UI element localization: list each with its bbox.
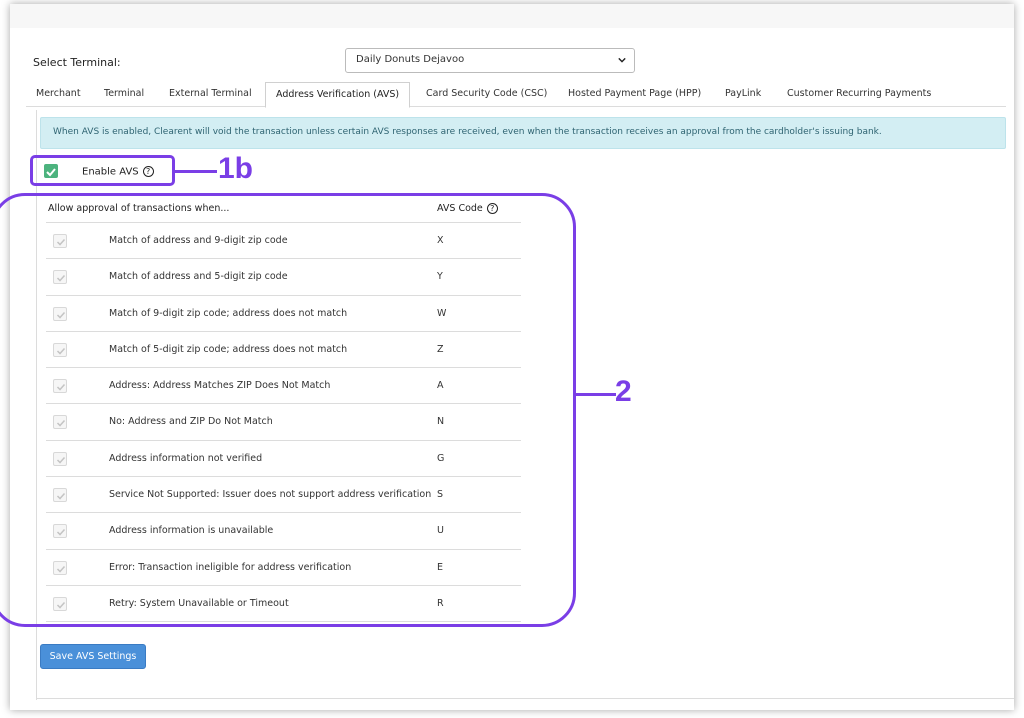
tab-address-verification[interactable]: Address Verification (AVS): [265, 82, 411, 108]
annotation-label-1b: 1b: [218, 152, 254, 185]
help-icon[interactable]: ?: [142, 166, 154, 177]
annotation-line-1b: [175, 170, 217, 173]
terminal-select[interactable]: Daily Donuts Dejavoo: [345, 48, 635, 73]
tab-customer-recurring-payments[interactable]: Customer Recurring Payments: [787, 82, 931, 107]
terminal-select-value: Daily Donuts Dejavoo: [356, 54, 465, 65]
tab-card-security-code[interactable]: Card Security Code (CSC): [426, 82, 547, 107]
tab-bar: Merchant Terminal External Terminal Addr…: [26, 82, 1006, 108]
tab-external-terminal[interactable]: External Terminal: [169, 82, 252, 107]
annotation-box-2: [0, 193, 576, 627]
checkmark-icon: [46, 168, 56, 177]
tab-paylink[interactable]: PayLink: [725, 82, 761, 107]
select-terminal-label: Select Terminal:: [33, 56, 121, 69]
save-avs-settings-button[interactable]: Save AVS Settings: [40, 644, 146, 669]
annotation-label-2: 2: [615, 375, 632, 408]
chevron-down-icon: [618, 57, 626, 63]
enable-avs-label: Enable AVS?: [82, 166, 154, 178]
annotation-line-2: [576, 393, 616, 396]
tab-merchant[interactable]: Merchant: [36, 82, 81, 107]
avs-info-alert: When AVS is enabled, Clearent will void …: [40, 117, 1006, 149]
content-border-bottom: [36, 698, 1014, 699]
enable-avs-checkbox[interactable]: [44, 164, 58, 178]
top-bar: [10, 4, 1014, 28]
tab-hosted-payment-page[interactable]: Hosted Payment Page (HPP): [568, 82, 701, 107]
tab-terminal[interactable]: Terminal: [104, 82, 144, 107]
